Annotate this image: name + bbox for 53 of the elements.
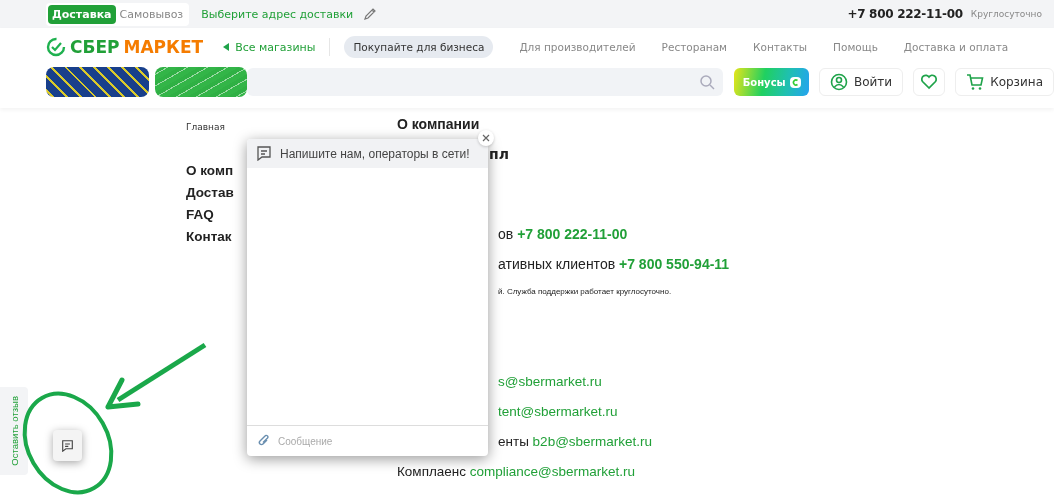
delivery-mode-tab[interactable]: Самовывоз bbox=[115, 4, 188, 24]
hours-label: Круглосуточно bbox=[970, 9, 1042, 19]
bonus-button[interactable]: Бонусы bbox=[734, 68, 809, 96]
contact-label: Комплаенс bbox=[397, 464, 468, 479]
phone-number: +7 800 222-11-00 bbox=[847, 7, 963, 21]
pencil-icon[interactable] bbox=[363, 7, 378, 21]
nav-link[interactable]: Для производителей bbox=[519, 41, 636, 53]
chat-header-text: Напишите нам, операторы в сети! bbox=[280, 146, 470, 161]
heart-icon bbox=[920, 74, 939, 90]
contact-label: ов bbox=[498, 226, 515, 242]
nav-link[interactable]: Ресторанам bbox=[661, 41, 728, 53]
cart-button[interactable]: Корзина bbox=[955, 68, 1054, 96]
contact-link[interactable]: b2b@sbermarket.ru bbox=[532, 434, 653, 449]
nav-link[interactable]: Контакты bbox=[753, 41, 808, 53]
logo-text: МАРКЕТ bbox=[123, 37, 204, 57]
paperclip-icon[interactable] bbox=[258, 434, 270, 448]
cart-icon bbox=[966, 73, 985, 91]
logo-icon bbox=[46, 37, 66, 57]
nav-link[interactable]: Покупайте для бизнеса bbox=[344, 36, 494, 58]
contact-link[interactable]: s@sbermarket.ru bbox=[498, 374, 602, 389]
contact-label: ативных клиентов bbox=[498, 256, 617, 272]
contact-link[interactable]: compliance@sbermarket.ru bbox=[469, 464, 636, 479]
nav-link[interactable]: Помощь bbox=[833, 41, 878, 53]
address-link[interactable]: Выберите адрес доставки bbox=[201, 7, 354, 21]
message-icon bbox=[256, 146, 272, 161]
favorites-button[interactable] bbox=[913, 68, 946, 96]
support-note: й. Служба поддержки работает круглосуточно. bbox=[498, 287, 673, 297]
chat-button[interactable] bbox=[53, 430, 82, 461]
logo-text: СБЕР bbox=[70, 37, 120, 57]
all-stores-link[interactable]: Все магазины bbox=[235, 40, 316, 54]
coin-icon bbox=[789, 76, 801, 88]
caret-icon bbox=[223, 43, 230, 51]
feedback-tab[interactable]: Оставить отзыв bbox=[0, 387, 28, 475]
breadcrumb[interactable]: Главная bbox=[186, 122, 386, 132]
contact-label: енты bbox=[498, 434, 530, 449]
search-icon bbox=[699, 74, 716, 90]
sidebar-link[interactable]: FAQ bbox=[186, 206, 214, 223]
user-icon bbox=[829, 73, 848, 91]
login-button[interactable]: Войти bbox=[818, 68, 904, 96]
sidebar-link[interactable]: О комп bbox=[186, 162, 234, 179]
message-icon bbox=[61, 439, 74, 452]
close-icon bbox=[482, 134, 490, 142]
contact-link[interactable]: +7 800 550-94-11 bbox=[619, 256, 730, 272]
nav-link[interactable]: Доставка и оплата bbox=[903, 41, 1009, 53]
sidebar-link[interactable]: Достав bbox=[186, 184, 234, 201]
delivery-mode-tab[interactable]: Доставка bbox=[48, 4, 116, 24]
sidebar-link[interactable]: Контак bbox=[186, 228, 232, 245]
contact-link[interactable]: tent@sbermarket.ru bbox=[498, 404, 618, 419]
subtitle-text: пл bbox=[489, 146, 509, 162]
contact-link[interactable]: +7 800 222-11-00 bbox=[517, 226, 628, 242]
page-title: О компании bbox=[397, 116, 480, 132]
search-field[interactable] bbox=[246, 68, 724, 96]
close-button[interactable] bbox=[478, 130, 494, 146]
